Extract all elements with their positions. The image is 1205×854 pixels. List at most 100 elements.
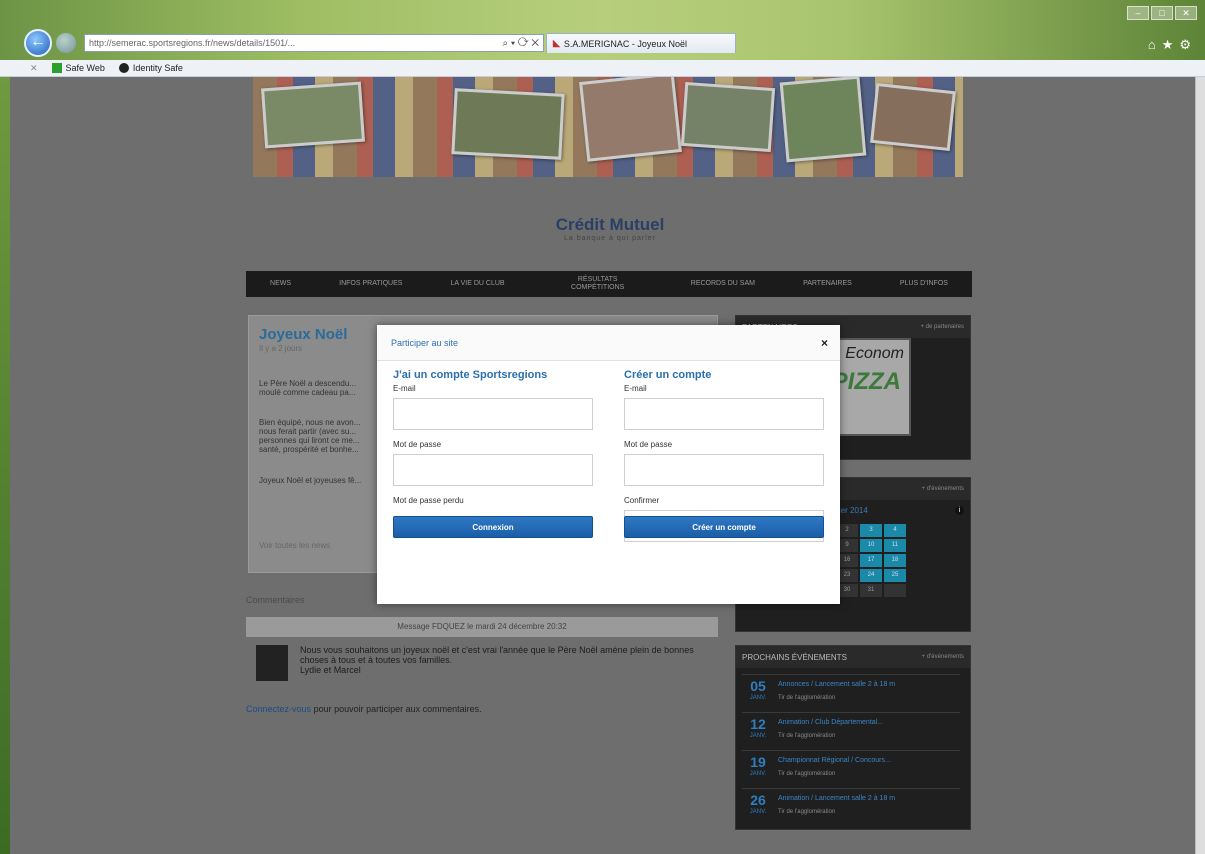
calendar-day[interactable] [884, 584, 906, 597]
event-item[interactable]: 19 JANV. Championnat Régional / Concours… [742, 750, 960, 786]
address-url: http://semerac.sportsregions.fr/news/det… [89, 38, 296, 48]
event-location: Tir de l'agglomération [778, 809, 836, 815]
tab-title: S.A.MERIGNAC - Joyeux Noël [563, 38, 687, 49]
calendar-day[interactable]: 11 [884, 539, 906, 552]
banner-photo [579, 77, 682, 162]
close-favbar-icon[interactable]: ✕ [30, 63, 38, 74]
calendar-day[interactable]: 3 [860, 524, 882, 537]
menu-item-partenaires[interactable]: Partenaires [803, 280, 852, 288]
comment-body: Nous vous souhaitons un joyeux noël et c… [300, 645, 720, 675]
article-paragraph: Le Père Noël a descendu... moulé comme c… [259, 379, 356, 397]
desktop-edge [0, 77, 10, 854]
partners-link[interactable]: + de partenaires [920, 324, 964, 330]
connect-prompt: Connectez-vous pour pouvoir participer a… [246, 704, 482, 714]
home-icon[interactable]: ⌂ [1148, 37, 1162, 52]
tab-favicon-icon: ◣ [553, 38, 560, 48]
login-column: J'ai un compte Sportsregions E-mail Mot … [393, 369, 593, 505]
event-title: Animation / Club Départemental... [778, 719, 884, 726]
banner-photo [261, 81, 365, 149]
star-icon[interactable]: ★ [1162, 37, 1180, 52]
event-item[interactable]: 05 JANV. Annonces / Lancement salle 2 à … [742, 674, 960, 710]
comment-signature: Lydie et Marcel [300, 665, 361, 675]
signup-heading: Créer un compte [624, 369, 712, 381]
login-email-label: E-mail [393, 384, 416, 393]
event-title: Animation / Lancement salle 2 à 18 m [778, 795, 896, 802]
modal-header: Participer au site × [377, 325, 840, 361]
calendar-day[interactable]: 24 [860, 569, 882, 582]
sponsor-slogan: La banque à qui parler [563, 235, 657, 242]
article-paragraph: Bien équipé, nous ne avon... nous ferait… [259, 418, 361, 454]
partner-ad-text: PIZZA [831, 368, 901, 395]
partner-ad-text: Econom [845, 345, 904, 362]
menu-item-infos[interactable]: Infos pratiques [339, 280, 402, 288]
create-account-button[interactable]: Créer un compte [624, 516, 824, 538]
lost-password-link[interactable]: Mot de passe perdu [393, 496, 593, 505]
identity-safe-icon [118, 63, 129, 73]
article-share[interactable]: Voir toutes les news [259, 541, 330, 550]
event-day: 26 [750, 792, 766, 808]
signup-email-field[interactable] [624, 398, 824, 430]
article-date: Il y a 2 jours [259, 344, 303, 353]
login-heading: J'ai un compte Sportsregions [393, 369, 548, 381]
event-title: Annonces / Lancement salle 2 à 18 m [778, 681, 896, 688]
menu-item-resultats[interactable]: Résultats compétitions [553, 276, 643, 292]
event-location: Tir de l'agglomération [778, 695, 836, 701]
vertical-scrollbar[interactable] [1195, 77, 1205, 854]
identity-safe-item[interactable]: Identity Safe [118, 63, 183, 73]
calendar-day[interactable]: 10 [860, 539, 882, 552]
gear-icon[interactable]: ⚙ [1179, 37, 1197, 52]
tab-active[interactable]: ◣ S.A.MERIGNAC - Joyeux Noël [546, 33, 736, 53]
article-title: Joyeux Noël [259, 326, 348, 343]
header-banner [253, 77, 963, 177]
forward-button[interactable] [56, 33, 76, 53]
banner-photo [680, 81, 776, 153]
minimize-button[interactable]: – [1127, 6, 1149, 20]
calendar-day[interactable]: 25 [884, 569, 906, 582]
identity-safe-label: Identity Safe [132, 63, 183, 73]
safe-web-item[interactable]: Safe Web [51, 63, 105, 73]
close-window-button[interactable]: ✕ [1175, 6, 1197, 20]
address-bar[interactable]: http://semerac.sportsregions.fr/news/det… [84, 34, 544, 52]
event-month: JANV. [749, 733, 767, 739]
address-controls[interactable]: ⌕ ▾ ⟳ ✕ [503, 38, 543, 49]
favorites-bar: ✕ Safe Web Identity Safe [0, 60, 1205, 77]
window-controls: – □ ✕ [1127, 6, 1197, 20]
maximize-button[interactable]: □ [1151, 6, 1173, 20]
event-title: Championnat Régional / Concours... [778, 757, 891, 764]
sponsor-logo[interactable]: Crédit Mutuel La banque à qui parler [510, 215, 710, 242]
article-paragraph: Joyeux Noël et joyeuses fê... [259, 476, 362, 485]
signup-confirm-label: Confirmer [624, 496, 660, 505]
menu-item-records[interactable]: Records du SAM [691, 280, 755, 288]
menu-item-news[interactable]: News [270, 280, 291, 288]
info-icon[interactable]: i [955, 506, 964, 515]
event-day: 05 [750, 678, 766, 694]
calendar-day[interactable]: 18 [884, 554, 906, 567]
back-button[interactable]: ← [24, 29, 52, 57]
menu-item-club[interactable]: La vie du club [451, 280, 505, 288]
login-password-field[interactable] [393, 454, 593, 486]
avatar [256, 645, 288, 681]
banner-photo [451, 88, 565, 160]
sponsor-name: Crédit Mutuel [555, 215, 665, 234]
page-viewport: Crédit Mutuel La banque à qui parler New… [10, 77, 1195, 854]
signup-email-label: E-mail [624, 384, 647, 393]
calendar-day[interactable]: 31 [860, 584, 882, 597]
signup-password-field[interactable] [624, 454, 824, 486]
calendar-day[interactable]: 17 [860, 554, 882, 567]
calendar-link[interactable]: + d'événements [922, 486, 964, 492]
event-location: Tir de l'agglomération [778, 733, 836, 739]
menu-item-plus[interactable]: Plus d'infos [900, 280, 948, 288]
login-modal: Participer au site × J'ai un compte Spor… [377, 325, 840, 604]
events-link[interactable]: + d'événements [922, 654, 964, 660]
calendar-day[interactable]: 4 [884, 524, 906, 537]
main-menu: News Infos pratiques La vie du club Résu… [246, 271, 972, 297]
event-month: JANV. [749, 809, 767, 815]
login-email-field[interactable] [393, 398, 593, 430]
login-button[interactable]: Connexion [393, 516, 593, 538]
event-item[interactable]: 12 JANV. Animation / Club Départemental.… [742, 712, 960, 748]
connect-link[interactable]: Connectez-vous [246, 704, 311, 714]
event-item[interactable]: 26 JANV. Animation / Lancement salle 2 à… [742, 788, 960, 824]
event-day: 12 [750, 716, 766, 732]
close-icon[interactable]: × [821, 336, 828, 350]
event-month: JANV. [749, 771, 767, 777]
